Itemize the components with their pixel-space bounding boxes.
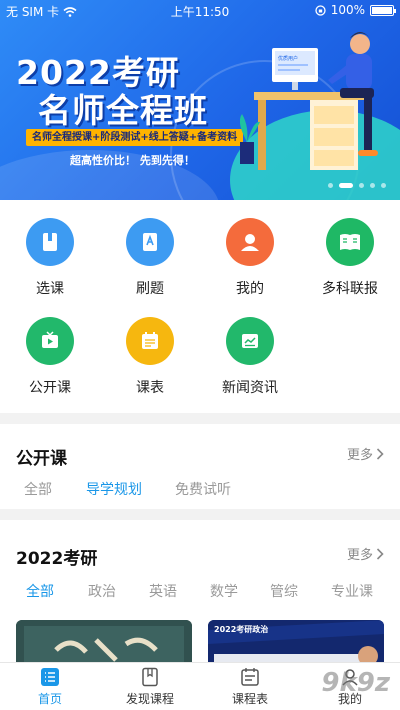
tab-politics[interactable]: 政治	[88, 581, 116, 601]
nav-label: 课程表	[231, 692, 268, 706]
open-book-icon	[326, 218, 374, 266]
banner-illustration: 优质用户	[240, 32, 378, 170]
user-icon	[226, 218, 274, 266]
chevron-right-icon	[376, 447, 384, 460]
tab-all[interactable]: 全部	[26, 581, 54, 601]
more-link[interactable]: 更多	[347, 544, 384, 563]
banner-slogan: 超高性价比！ 先到先得！	[70, 154, 195, 167]
menu-label: 课表	[136, 380, 164, 396]
menu-item-select-course[interactable]: 选课	[0, 218, 100, 298]
carousel-dot[interactable]	[359, 183, 364, 188]
carousel-dot[interactable]	[381, 183, 386, 188]
schedule-icon	[126, 317, 174, 365]
menu-item-news[interactable]: 新闻资讯	[200, 317, 300, 397]
news-icon	[226, 317, 274, 365]
nav-discover[interactable]: 发现课程	[100, 667, 200, 707]
banner-subtitle: 名师全程授课+阶段测试+线上答疑+备考资料	[26, 129, 244, 146]
menu-label: 选课	[36, 281, 64, 297]
battery-icon	[370, 4, 396, 16]
more-label: 更多	[346, 448, 373, 463]
menu-item-mine[interactable]: 我的	[200, 218, 300, 298]
tab-english[interactable]: 英语	[149, 581, 177, 601]
promo-banner[interactable]: 2022考研 名师全程班 名师全程授课+阶段测试+线上答疑+备考资料 超高性价比…	[0, 0, 400, 200]
menu-label: 我的	[236, 281, 264, 297]
tv-play-icon	[26, 317, 74, 365]
more-link[interactable]: 更多	[347, 444, 384, 463]
tab-study-planning[interactable]: 导学规划	[86, 479, 142, 499]
status-bar: 无 SIM 卡 上午11:50 100%	[0, 0, 400, 20]
nav-label: 发现课程	[125, 692, 174, 706]
calendar-icon	[200, 667, 300, 687]
menu-item-practice[interactable]: 刷题	[100, 218, 200, 298]
tab-free-trial[interactable]: 免费试听	[175, 479, 231, 499]
chevron-right-icon	[376, 547, 384, 560]
menu-label: 刷题	[136, 281, 164, 297]
watermark-logo: 9k9z	[321, 668, 390, 698]
book-icon	[26, 218, 74, 266]
more-label: 更多	[346, 548, 373, 563]
section-title: 2022考研	[16, 549, 98, 569]
menu-item-multi-subject[interactable]: 多科联报	[300, 218, 400, 298]
banner-title-line2: 名师全程班	[38, 91, 208, 130]
rotation-lock-icon	[315, 4, 326, 16]
exam-paper-icon	[126, 218, 174, 266]
menu-label: 公开课	[29, 380, 71, 396]
carousel-dot[interactable]	[370, 183, 375, 188]
menu-item-open-class[interactable]: 公开课	[0, 317, 100, 397]
home-list-icon	[0, 667, 100, 687]
tab-all[interactable]: 全部	[24, 479, 52, 499]
battery-percent: 100%	[330, 3, 365, 17]
quick-menu: 选课 刷题 我的 多科联报 公开课 课表 新闻资讯	[0, 200, 400, 413]
tab-management[interactable]: 管综	[270, 581, 298, 601]
section-title: 公开课	[16, 449, 67, 469]
carousel-dot[interactable]	[339, 183, 353, 188]
menu-label: 新闻资讯	[222, 380, 278, 396]
carousel-dot[interactable]	[328, 183, 333, 188]
carousel-indicator[interactable]	[328, 183, 386, 188]
open-course-section: 公开课 更多 全部 导学规划 免费试听	[0, 424, 400, 509]
nav-home[interactable]: 首页	[0, 667, 100, 707]
tab-math[interactable]: 数学	[210, 581, 238, 601]
tab-major[interactable]: 专业课	[331, 581, 373, 601]
monitor-text: 优质用户	[278, 55, 298, 62]
course-card-label: 2022考研政治	[214, 625, 269, 634]
nav-label: 首页	[37, 692, 62, 706]
bookmark-book-icon	[100, 667, 200, 687]
menu-item-schedule[interactable]: 课表	[100, 317, 200, 397]
nav-timetable[interactable]: 课程表	[200, 667, 300, 707]
menu-label: 多科联报	[322, 281, 378, 297]
